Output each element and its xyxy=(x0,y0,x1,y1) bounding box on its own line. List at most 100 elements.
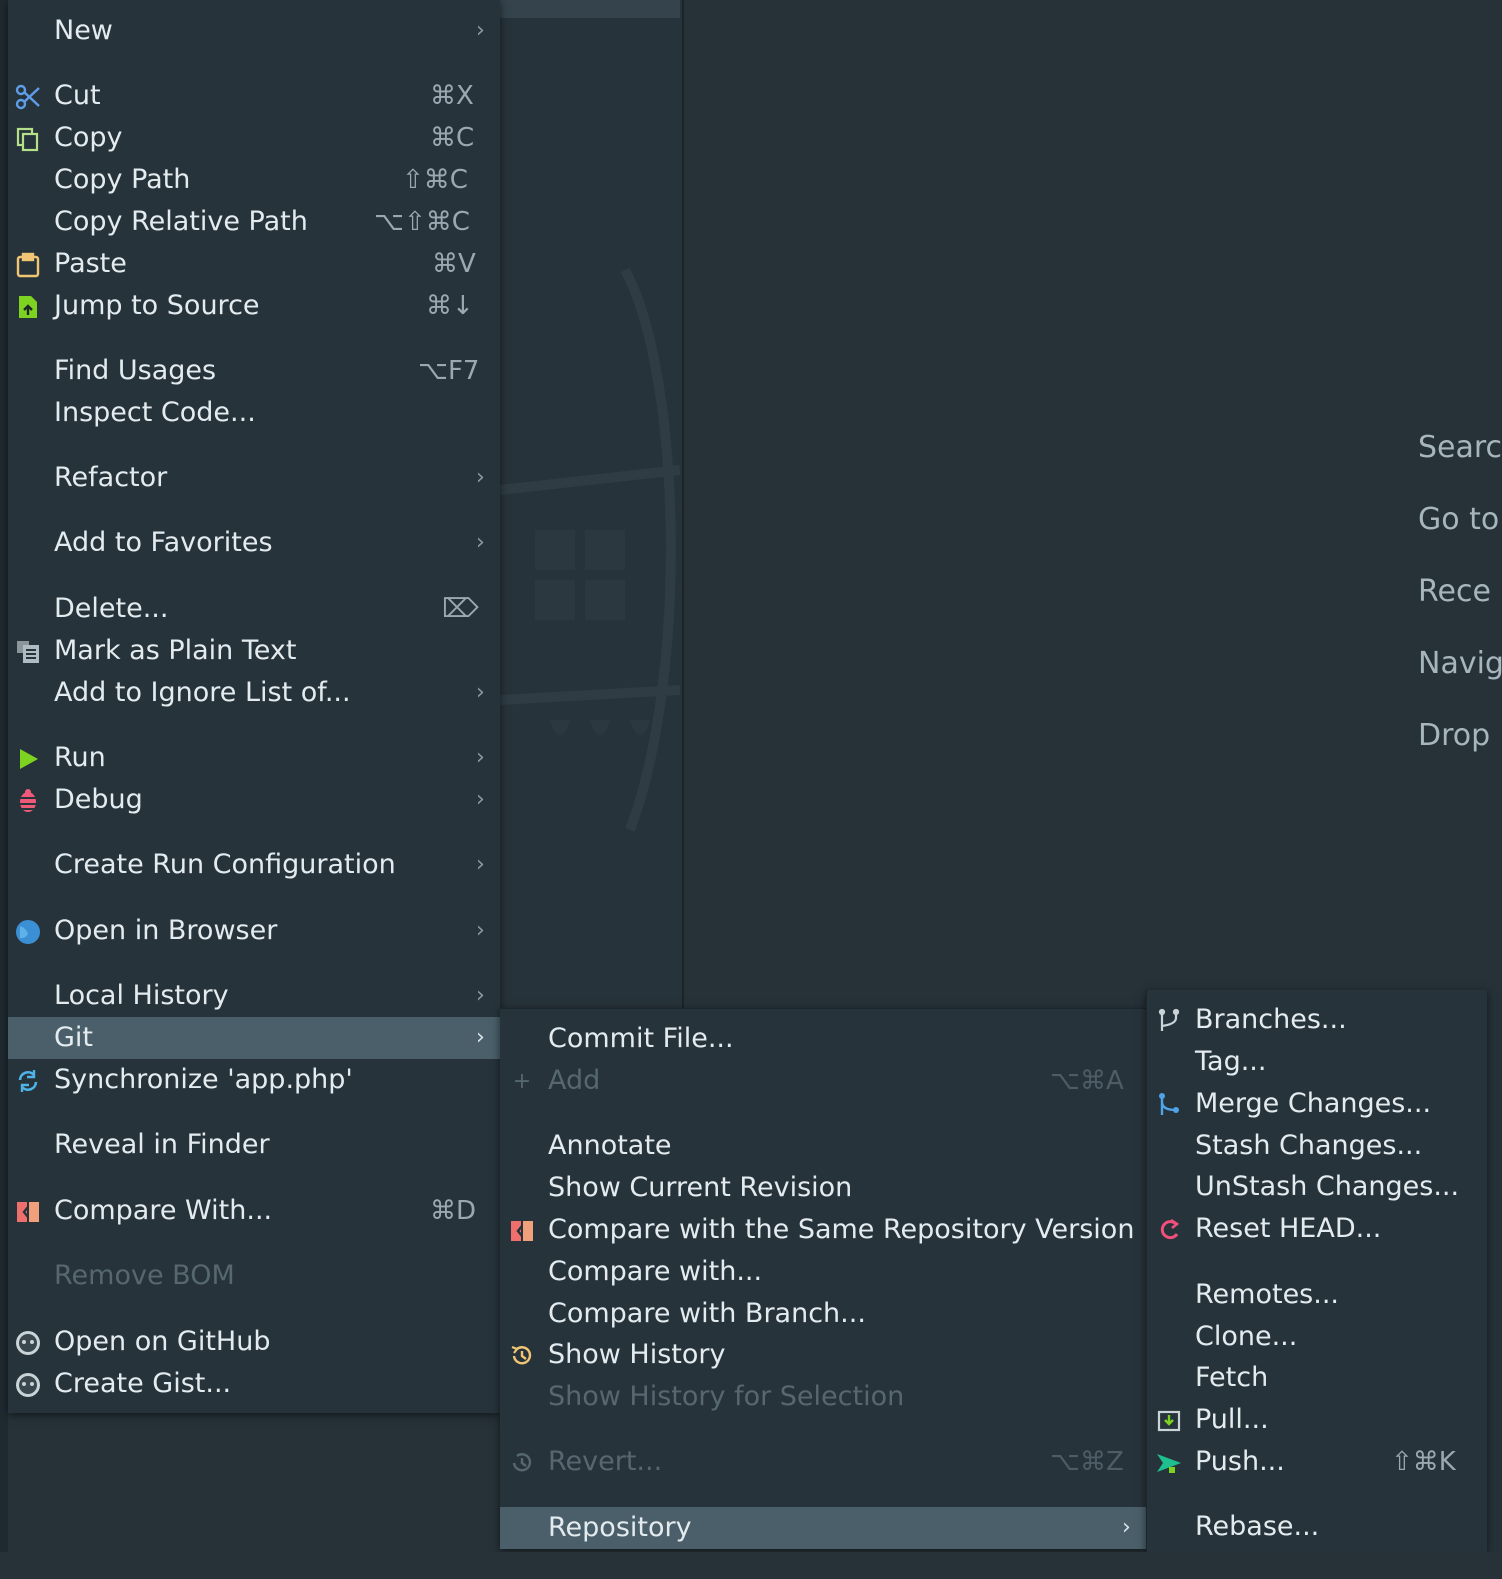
menu-item-label: Remove BOM xyxy=(54,1260,235,1291)
menu-item-copy-relative-path[interactable]: Copy Relative Path ⌥⇧⌘C xyxy=(8,201,500,243)
menu-item-compare-with-branch[interactable]: Compare with Branch... xyxy=(500,1293,1146,1335)
shortcut-text: ⌘↓ xyxy=(426,291,474,321)
menu-item-label: Remotes... xyxy=(1195,1279,1339,1310)
push-icon xyxy=(1155,1449,1183,1477)
menu-item-compare-same-repo-version[interactable]: Compare with the Same Repository Version xyxy=(500,1209,1146,1251)
menu-item-synchronize[interactable]: Synchronize 'app.php' xyxy=(8,1059,500,1101)
menu-item-label: Add to Ignore List of... xyxy=(54,677,351,708)
menu-item-fetch[interactable]: Fetch xyxy=(1147,1357,1487,1399)
menu-item-copy[interactable]: Copy ⌘C xyxy=(8,117,500,159)
menu-item-label: Add xyxy=(548,1065,601,1096)
menu-item-find-usages[interactable]: Find Usages ⌥F7 xyxy=(8,350,500,392)
menu-item-open-on-github[interactable]: Open on GitHub xyxy=(8,1321,500,1363)
submenu-arrow-icon: › xyxy=(476,918,485,943)
menu-item-label: Annotate xyxy=(548,1130,672,1161)
menu-item-label: Pull... xyxy=(1195,1404,1269,1435)
submenu-arrow-icon: › xyxy=(476,680,485,705)
menu-item-label: Delete... xyxy=(54,593,169,624)
menu-item-clone[interactable]: Clone... xyxy=(1147,1316,1487,1358)
menu-item-label: Push... xyxy=(1195,1446,1285,1477)
menu-item-local-history[interactable]: Local History › xyxy=(8,975,500,1017)
menu-item-new[interactable]: New › xyxy=(8,10,500,52)
menu-item-push[interactable]: Push... ⇧⌘K xyxy=(1147,1441,1487,1483)
menu-item-create-run-configuration[interactable]: Create Run Configuration › xyxy=(8,844,500,886)
menu-item-jump-to-source[interactable]: Jump to Source ⌘↓ xyxy=(8,285,500,327)
menu-item-compare-with[interactable]: Compare With... ⌘D xyxy=(8,1190,500,1232)
menu-item-label: Compare with the Same Repository Version xyxy=(548,1214,1135,1245)
menu-item-show-current-revision[interactable]: Show Current Revision xyxy=(500,1167,1146,1209)
menu-item-label: New xyxy=(54,15,113,46)
menu-item-reset-head[interactable]: Reset HEAD... xyxy=(1147,1208,1487,1250)
menu-item-commit-file[interactable]: Commit File... xyxy=(500,1018,1146,1060)
menu-item-rebase[interactable]: Rebase... xyxy=(1147,1506,1487,1548)
plus-icon: + xyxy=(512,1069,532,1094)
left-gutter xyxy=(0,0,8,1579)
menu-item-paste[interactable]: Paste ⌘V xyxy=(8,243,500,285)
menu-item-add-to-favorites[interactable]: Add to Favorites › xyxy=(8,522,500,564)
ide-window: Searc Go to Rece Navig Drop New › Cut ⌘X… xyxy=(0,0,1502,1579)
shortcut-text: ⌥⌘A xyxy=(1050,1066,1124,1096)
menu-item-repository[interactable]: Repository › xyxy=(500,1507,1146,1549)
merge-icon xyxy=(1155,1091,1183,1119)
bug-icon xyxy=(14,787,42,815)
menu-item-label: Compare with... xyxy=(548,1256,763,1287)
menu-item-revert[interactable]: Revert... ⌥⌘Z xyxy=(500,1441,1146,1483)
shortcut-text: ⌘D xyxy=(430,1196,477,1226)
menu-item-inspect-code[interactable]: Inspect Code... xyxy=(8,392,500,434)
menu-item-git[interactable]: Git › xyxy=(8,1017,500,1059)
menu-item-pull[interactable]: Pull... xyxy=(1147,1399,1487,1441)
submenu-arrow-icon: › xyxy=(476,1025,485,1050)
menu-item-label: Add to Favorites xyxy=(54,527,273,558)
menu-item-label: Jump to Source xyxy=(54,290,260,321)
menu-item-mark-as-plain-text[interactable]: Mark as Plain Text xyxy=(8,630,500,672)
hint-go-to: Go to xyxy=(1418,502,1500,537)
menu-item-create-gist[interactable]: Create Gist... xyxy=(8,1363,500,1405)
menu-item-delete[interactable]: Delete... ⌦ xyxy=(8,588,500,630)
menu-item-branches[interactable]: Branches... xyxy=(1147,999,1487,1041)
scissors-icon xyxy=(14,83,42,111)
menu-item-merge-changes[interactable]: Merge Changes... xyxy=(1147,1083,1487,1125)
menu-item-tag[interactable]: Tag... xyxy=(1147,1041,1487,1083)
menu-item-add[interactable]: + Add ⌥⌘A xyxy=(500,1060,1146,1102)
menu-item-reveal-in-finder[interactable]: Reveal in Finder xyxy=(8,1124,500,1166)
menu-item-stash-changes[interactable]: Stash Changes... xyxy=(1147,1125,1487,1167)
menu-item-refactor[interactable]: Refactor › xyxy=(8,457,500,499)
copy-icon xyxy=(14,125,42,153)
menu-item-remove-bom[interactable]: Remove BOM xyxy=(8,1255,500,1297)
shortcut-text: ⌥⌘Z xyxy=(1050,1447,1124,1477)
shortcut-text: ⌘C xyxy=(430,123,475,153)
repository-submenu: Branches... Tag... Merge Changes... Stas… xyxy=(1146,990,1487,1555)
history-icon xyxy=(508,1342,536,1370)
reset-icon xyxy=(1155,1216,1183,1244)
menu-item-add-to-ignore-list[interactable]: Add to Ignore List of... › xyxy=(8,672,500,714)
github-icon xyxy=(14,1329,42,1357)
menu-item-label: Inspect Code... xyxy=(54,397,256,428)
menu-item-unstash-changes[interactable]: UnStash Changes... xyxy=(1147,1166,1487,1208)
menu-item-label: Clone... xyxy=(1195,1321,1298,1352)
menu-item-remotes[interactable]: Remotes... xyxy=(1147,1274,1487,1316)
menu-item-label: Branches... xyxy=(1195,1004,1347,1035)
menu-item-label: Reveal in Finder xyxy=(54,1129,270,1160)
menu-item-debug[interactable]: Debug › xyxy=(8,779,500,821)
menu-item-compare-with[interactable]: Compare with... xyxy=(500,1251,1146,1293)
submenu-arrow-icon: › xyxy=(476,983,485,1008)
menu-item-label: Synchronize 'app.php' xyxy=(54,1064,353,1095)
submenu-arrow-icon: › xyxy=(1122,1515,1131,1540)
compare-icon xyxy=(508,1217,536,1245)
menu-item-open-in-browser[interactable]: Open in Browser › xyxy=(8,910,500,952)
menu-item-cut[interactable]: Cut ⌘X xyxy=(8,75,500,117)
menu-item-annotate[interactable]: Annotate xyxy=(500,1125,1146,1167)
menu-item-show-history[interactable]: Show History xyxy=(500,1334,1146,1376)
menu-item-label: Show History xyxy=(548,1339,726,1370)
context-menu: New › Cut ⌘X Copy ⌘C Copy Path ⇧⌘C Copy … xyxy=(8,0,500,1413)
submenu-arrow-icon: › xyxy=(476,745,485,770)
menu-item-run[interactable]: Run › xyxy=(8,737,500,779)
menu-item-label: Paste xyxy=(54,248,127,279)
menu-item-copy-path[interactable]: Copy Path ⇧⌘C xyxy=(8,159,500,201)
menu-item-label: Find Usages xyxy=(54,355,217,386)
menu-item-show-history-for-selection[interactable]: Show History for Selection xyxy=(500,1376,1146,1418)
sync-icon xyxy=(14,1067,42,1095)
submenu-arrow-icon: › xyxy=(476,530,485,555)
menu-item-label: Run xyxy=(54,742,106,773)
hint-drop: Drop xyxy=(1418,718,1491,753)
